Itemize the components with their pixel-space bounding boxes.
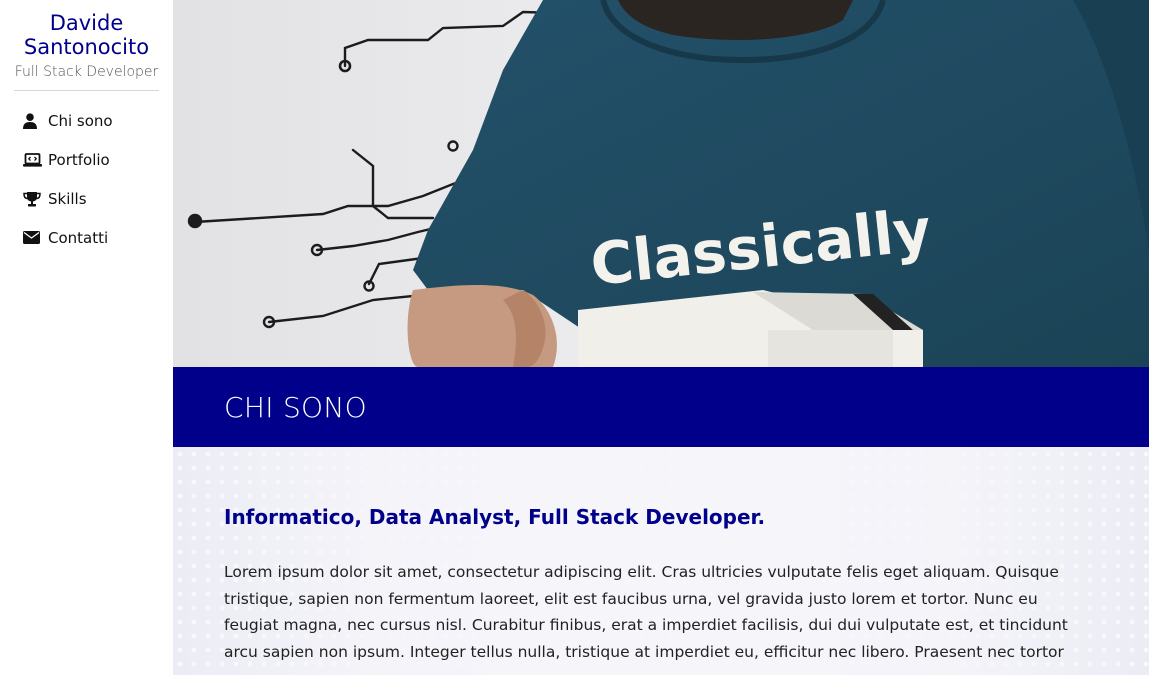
nav-item-portfolio[interactable]: Portfolio: [0, 140, 173, 179]
laptop-code-icon: [23, 151, 43, 169]
nav-item-chi-sono[interactable]: Chi sono: [0, 101, 173, 140]
trophy-icon: [23, 190, 43, 208]
sidebar: Davide Santonocito Full Stack Developer …: [0, 0, 173, 675]
about-text-block: Informatico, Data Analyst, Full Stack De…: [224, 503, 1094, 665]
nav-item-skills[interactable]: Skills: [0, 179, 173, 218]
person-torso: [407, 0, 1149, 367]
brand-role: Full Stack Developer: [14, 64, 159, 80]
brand-name[interactable]: Davide Santonocito: [0, 11, 173, 59]
about-subtitle: Informatico, Data Analyst, Full Stack De…: [224, 505, 766, 529]
nav-label-portfolio: Portfolio: [48, 150, 110, 169]
section-header: CHI SONO: [173, 367, 1149, 447]
nav-label-contatti: Contatti: [48, 228, 109, 247]
sidebar-divider: [14, 90, 159, 91]
page: Davide Santonocito Full Stack Developer …: [0, 0, 1149, 675]
brand: Davide Santonocito Full Stack Developer: [0, 0, 173, 81]
nav-item-contatti[interactable]: Contatti: [0, 218, 173, 257]
section-title: CHI SONO: [224, 391, 367, 424]
about-content: Informatico, Data Analyst, Full Stack De…: [173, 447, 1149, 675]
envelope-icon: [23, 229, 43, 247]
nav-label-skills: Skills: [48, 189, 87, 208]
about-paragraph: Lorem ipsum dolor sit amet, consectetur …: [224, 563, 1068, 661]
hero-photo: Classically: [173, 0, 1149, 367]
sidebar-nav: Chi sono Portfolio Skills Contatti: [0, 101, 173, 257]
nav-label-chi-sono: Chi sono: [48, 111, 113, 130]
user-icon: [23, 112, 43, 130]
